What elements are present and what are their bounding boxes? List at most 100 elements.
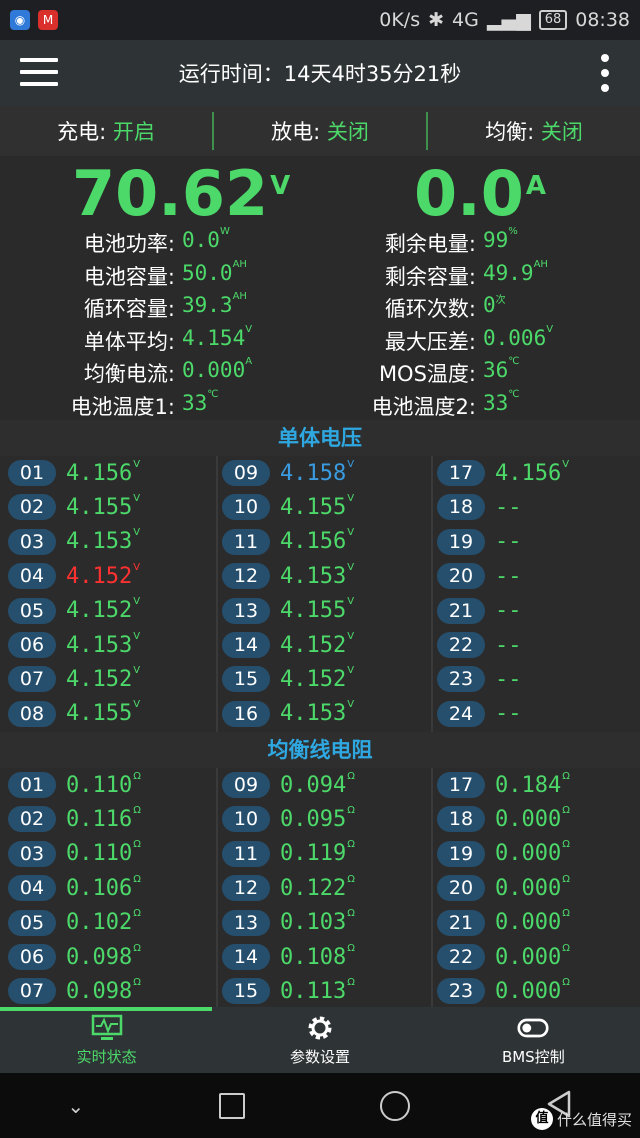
more-options-icon[interactable]	[600, 54, 610, 92]
cell-value: 0.000	[495, 806, 562, 832]
cell-index-badge: 03	[8, 840, 56, 867]
cell-value: 0.000	[495, 841, 562, 867]
cell-index-badge: 13	[222, 909, 270, 936]
cell-index-badge: 17	[437, 772, 485, 798]
cell-unit: V	[133, 561, 141, 573]
cell_voltage-cell: 13 4.155 V	[222, 594, 354, 628]
cell_voltage-cell: 11 4.156 V	[222, 525, 354, 559]
switch-status-row: 充电: 开启 放电: 关闭 均衡: 关闭	[0, 106, 640, 156]
discharge-status: 放电: 关闭	[214, 106, 426, 156]
toggle-icon	[517, 1014, 549, 1042]
cell-value: --	[495, 701, 522, 727]
stat-label: 单体平均:	[83, 329, 175, 354]
cell-value: 4.155	[280, 598, 347, 624]
cell_voltage-cell: 24 --	[437, 697, 522, 731]
balance_resistance-cell: 21 0.000 Ω	[437, 906, 570, 940]
cell-value: 0.000	[495, 910, 562, 936]
cell-index-badge: 05	[8, 909, 56, 936]
cell_voltage-cell: 02 4.155 V	[8, 490, 140, 524]
charge-status: 充电: 开启	[0, 106, 212, 156]
cell-index-badge: 19	[437, 528, 485, 555]
cell-index-badge: 10	[222, 494, 270, 521]
cell-index-badge: 16	[222, 700, 270, 727]
cell_voltage-cell: 04 4.152 V	[8, 559, 140, 593]
cell-unit: V	[133, 664, 141, 676]
stat-unit: 次	[495, 295, 506, 306]
cell-value: 0.119	[280, 841, 347, 867]
cell-unit: V	[347, 596, 355, 608]
stat-label: 均衡电流:	[83, 362, 175, 386]
balance_resistance-cell: 02 0.116 Ω	[8, 802, 141, 836]
cell-value: 0.106	[66, 875, 133, 901]
cell-index-badge: 09	[222, 772, 270, 798]
cell-index-badge: 22	[437, 944, 485, 970]
cell-index-badge: 24	[437, 700, 485, 727]
cell-index-badge: 20	[437, 875, 485, 902]
cell-unit: V	[133, 458, 141, 470]
cell-unit: Ω	[133, 942, 141, 954]
cell-value: 4.152	[280, 666, 347, 692]
cell-index-badge: 02	[8, 806, 56, 833]
cell-value: 4.153	[280, 563, 347, 589]
recent-apps-icon[interactable]	[218, 1092, 245, 1119]
balance_resistance-cell: 17 0.184 Ω	[437, 768, 570, 802]
cell_voltage-cell: 09 4.158 V	[222, 456, 354, 490]
tab-parameter-settings[interactable]: 参数设置	[213, 1007, 426, 1073]
monitor-icon	[91, 1014, 123, 1042]
balance_resistance-cell: 03 0.110 Ω	[8, 837, 141, 871]
cell_voltage-cell: 15 4.152 V	[222, 662, 354, 696]
balance_resistance-cell: 07 0.098 Ω	[8, 974, 141, 1007]
stat-label: 循环次数:	[384, 297, 476, 321]
cell-index-badge: 01	[8, 460, 56, 486]
cell-value: 0.103	[280, 910, 347, 936]
cell-value: 4.152	[66, 563, 133, 589]
balance_resistance-cell: 15 0.113 Ω	[222, 974, 355, 1007]
balance_resistance-cell: 04 0.106 Ω	[8, 871, 141, 905]
cell-unit: V	[347, 527, 355, 539]
cell_voltage-cell: 12 4.153 V	[222, 559, 354, 593]
cell_voltage-cell: 17 4.156 V	[437, 456, 569, 490]
tab-bms-control[interactable]: BMS控制	[427, 1007, 640, 1073]
cell-value: 4.153	[280, 701, 347, 727]
cell-value: 0.094	[280, 772, 347, 798]
cell-unit: Ω	[347, 770, 355, 782]
watermark-badge: 值	[530, 1108, 553, 1130]
stat-value: 0.006	[483, 325, 547, 350]
cell-value: 4.156	[280, 529, 347, 555]
cell-unit: V	[347, 561, 355, 573]
network-type: 4G	[452, 9, 479, 31]
bluetooth-icon: ✱	[428, 9, 445, 31]
battery-icon: 68	[538, 10, 568, 30]
cell-value: 0.102	[66, 910, 133, 936]
cell-value: 0.116	[66, 806, 133, 832]
cell-value: --	[495, 598, 522, 624]
cell-unit: V	[133, 492, 141, 504]
cell-index-badge: 06	[8, 632, 56, 658]
home-icon[interactable]	[379, 1090, 410, 1121]
cell-index-badge: 01	[8, 772, 56, 798]
stat-label: 电池温度1:	[70, 394, 175, 419]
cell-value: 0.113	[280, 978, 347, 1004]
bottom-nav: 实时状态 参数设置 BMS控制	[0, 1007, 640, 1073]
cell-value: 0.110	[66, 772, 133, 798]
chevron-down-icon[interactable]: ⌄	[67, 1094, 84, 1118]
cell-index-badge: 14	[222, 944, 270, 970]
cell-unit: V	[562, 458, 570, 470]
cell-unit: V	[347, 630, 355, 642]
balance_resistance-cell: 05 0.102 Ω	[8, 906, 141, 940]
stat-label: 电池功率:	[83, 232, 175, 256]
cell-index-badge: 12	[222, 563, 270, 590]
stat-value: 0.000	[182, 358, 246, 382]
balance_resistance-cell: 12 0.122 Ω	[222, 871, 355, 905]
balance_resistance-cell: 10 0.095 Ω	[222, 802, 355, 836]
stat-unit: W	[219, 226, 230, 237]
cell-index-badge: 21	[437, 909, 485, 936]
cell-index-badge: 02	[8, 494, 56, 521]
runtime-title: 运行时间：14天4时35分21秒	[178, 62, 462, 86]
total-current: 0.0A	[414, 157, 546, 230]
stat-unit: ℃	[508, 388, 520, 400]
cell-index-badge: 09	[222, 460, 270, 486]
app-bar: 运行时间：14天4时35分21秒	[0, 40, 640, 106]
tab-realtime-status[interactable]: 实时状态	[0, 1007, 213, 1073]
cell-index-badge: 15	[222, 666, 270, 693]
